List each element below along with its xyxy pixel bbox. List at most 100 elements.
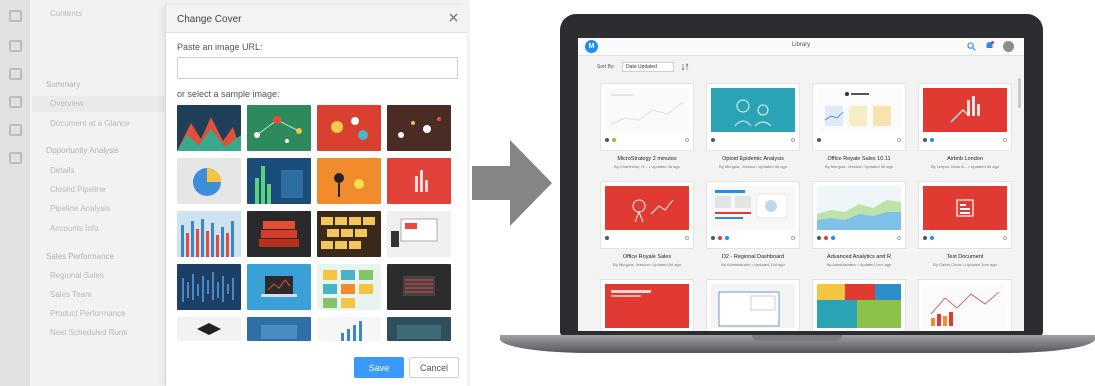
sort-order-icon[interactable]	[681, 63, 689, 71]
sort-label: Sort By:	[597, 64, 615, 70]
card-title[interactable]: MicroStrategy 2 minutes	[592, 156, 702, 162]
notification-bell-icon[interactable]	[985, 41, 994, 51]
toc-item[interactable]: Overview	[50, 99, 83, 108]
rail-filter-icon[interactable]	[9, 96, 22, 108]
toc-header: Contents	[50, 9, 83, 18]
card-cover	[711, 186, 795, 230]
sample-image-keyboard-tiles[interactable]	[317, 211, 381, 257]
rail-home-icon[interactable]	[9, 10, 22, 22]
rail-settings-icon[interactable]	[9, 124, 22, 136]
sample-image-stacked-red[interactable]	[247, 211, 311, 257]
sample-image-blue-lines[interactable]	[177, 264, 241, 310]
search-icon[interactable]	[967, 42, 976, 51]
library-card[interactable]	[600, 279, 694, 331]
avatar[interactable]	[1003, 41, 1014, 52]
card-title[interactable]: Airbnb London	[910, 156, 1020, 162]
icon-rail	[0, 0, 30, 386]
save-button[interactable]: Save	[354, 357, 404, 378]
toc-item[interactable]: Document at a Glance	[50, 119, 130, 128]
card-cover	[923, 284, 1007, 328]
sample-image-scatter-dark[interactable]	[387, 105, 451, 151]
app-bar: M Library	[578, 38, 1024, 56]
cancel-button[interactable]: Cancel	[409, 357, 459, 378]
composite-image: Contents Summary Overview Document at a …	[0, 0, 1095, 386]
card-cover	[605, 284, 689, 328]
sample-image-network[interactable]	[247, 105, 311, 151]
sample-image-orange-pins[interactable]	[317, 158, 381, 204]
dialog-title: Change Cover	[177, 14, 242, 25]
sample-image-red-dots[interactable]	[317, 105, 381, 151]
card-meta: By Administrator • Updated 1mo ago	[826, 262, 892, 267]
sample-image-mountains[interactable]	[177, 105, 241, 151]
toc-item[interactable]: Pipeline Analysis	[50, 204, 110, 213]
toc-section[interactable]: Summary	[46, 80, 80, 89]
library-card[interactable]	[812, 83, 906, 151]
sample-image-blue-green-bars[interactable]	[247, 158, 311, 204]
library-card[interactable]	[812, 279, 906, 331]
card-footer	[923, 135, 1009, 147]
toc-item[interactable]: Regional Sales	[50, 271, 104, 280]
library-card[interactable]	[706, 83, 800, 151]
close-icon[interactable]	[449, 13, 458, 22]
library-card[interactable]	[600, 181, 694, 249]
laptop-mockup: M Library Sort By: Date Updated MicroStr…	[500, 14, 1095, 386]
toc-item[interactable]: Accounts Info	[50, 224, 98, 233]
card-cover	[711, 88, 795, 132]
library-card[interactable]	[918, 181, 1012, 249]
sample-image-blue-panel[interactable]	[247, 317, 311, 341]
card-title[interactable]: Opioid Epidemic Analysis	[698, 156, 808, 162]
card-title[interactable]: Office Royale Sales 10.11	[804, 156, 914, 162]
rail-edit-icon[interactable]	[9, 68, 22, 80]
card-footer	[923, 233, 1009, 245]
library-screen: M Library Sort By: Date Updated MicroStr…	[578, 38, 1024, 331]
sample-image-graduation-cap[interactable]	[177, 317, 241, 341]
library-card[interactable]	[918, 83, 1012, 151]
dialog-header: Change Cover	[166, 5, 468, 33]
card-title[interactable]: Test Document	[910, 254, 1020, 260]
sample-image-color-tiles[interactable]	[317, 264, 381, 310]
card-title[interactable]: Office Royale Sales	[592, 254, 702, 260]
sample-image-pie[interactable]	[177, 158, 241, 204]
image-url-input[interactable]	[177, 57, 458, 79]
toc-item[interactable]: Sales Team	[50, 290, 92, 299]
card-title[interactable]: Advanced Analytics and R	[804, 254, 914, 260]
table-of-contents: Contents Summary Overview Document at a …	[32, 0, 167, 386]
rail-layout-icon[interactable]	[9, 152, 22, 164]
toc-item[interactable]: Closed Pipeline	[50, 185, 106, 194]
sort-dropdown[interactable]: Date Updated	[622, 62, 674, 72]
card-footer	[605, 135, 691, 147]
toc-item[interactable]: Next Scheduled Runs	[50, 328, 127, 337]
sample-image-laptop-chart[interactable]	[247, 264, 311, 310]
card-cover	[817, 284, 901, 328]
library-card[interactable]	[918, 279, 1012, 331]
card-cover	[923, 88, 1007, 132]
card-cover	[817, 88, 901, 132]
change-cover-dialog: Change Cover Paste an image URL: or sele…	[165, 5, 468, 386]
library-card[interactable]	[706, 279, 800, 331]
rail-book-icon[interactable]	[9, 40, 22, 52]
card-meta: By Administrator • Updated 14d ago	[721, 262, 785, 267]
sample-image-teal-panel[interactable]	[387, 317, 451, 341]
card-footer	[817, 135, 903, 147]
library-card[interactable]	[706, 181, 800, 249]
scrollbar[interactable]	[1018, 78, 1021, 108]
sample-image-blue-red-bars[interactable]	[177, 211, 241, 257]
sample-image-dark-grid[interactable]	[387, 264, 451, 310]
card-cover	[711, 284, 795, 328]
toc-section[interactable]: Sales Performance	[46, 252, 114, 261]
library-card[interactable]	[600, 83, 694, 151]
sample-image-growth-bars[interactable]	[317, 317, 381, 341]
card-title[interactable]: D2 - Regional Dashboard	[698, 254, 808, 260]
card-meta: By Murguia, Jessica • Updated 6d ago	[613, 262, 681, 267]
card-cover	[923, 186, 1007, 230]
library-card[interactable]	[812, 181, 906, 249]
card-footer	[817, 233, 903, 245]
sample-image-office-devices[interactable]	[387, 211, 451, 257]
toc-item[interactable]: Details	[50, 166, 74, 175]
card-footer	[605, 233, 691, 245]
sample-image-red-bars[interactable]	[387, 158, 451, 204]
toc-section[interactable]: Opportunity Analysis	[46, 146, 119, 155]
sample-label: or select a sample image:	[177, 89, 280, 99]
card-cover	[605, 88, 689, 132]
toc-item[interactable]: Product Performance	[50, 309, 126, 318]
